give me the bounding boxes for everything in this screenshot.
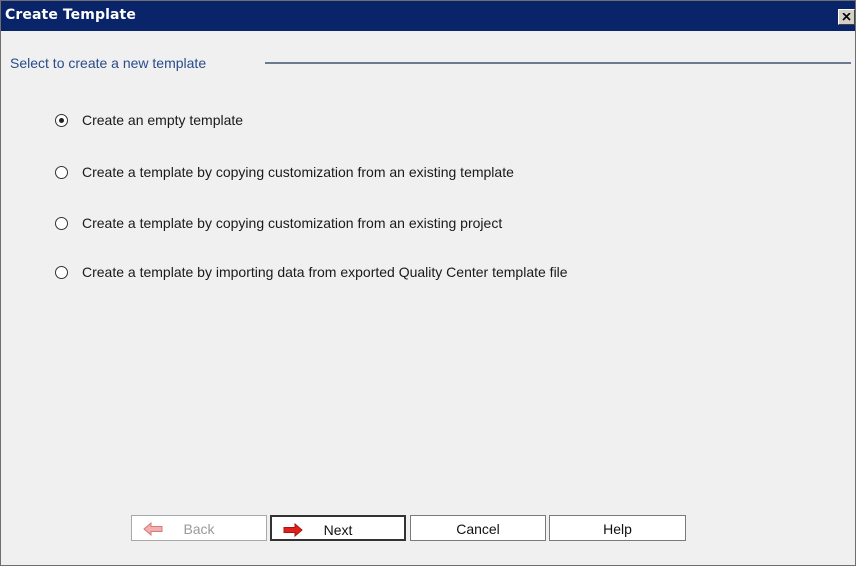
cancel-label: Cancel bbox=[456, 521, 500, 537]
option-empty-template[interactable]: Create an empty template bbox=[55, 111, 243, 129]
create-template-dialog: Create Template Select to create a new t… bbox=[0, 0, 856, 566]
help-label: Help bbox=[603, 521, 632, 537]
option-label: Create a template by importing data from… bbox=[82, 264, 568, 280]
cancel-button[interactable]: Cancel bbox=[410, 515, 546, 541]
option-label: Create an empty template bbox=[82, 112, 244, 128]
dialog-title: Create Template bbox=[5, 7, 136, 23]
close-button[interactable] bbox=[838, 9, 855, 25]
radio-copy-from-project[interactable] bbox=[55, 216, 68, 230]
radio-copy-from-template[interactable] bbox=[55, 165, 68, 179]
next-label: Next bbox=[323, 522, 353, 538]
help-button[interactable]: Help bbox=[549, 515, 686, 541]
option-copy-from-project[interactable]: Create a template by copying customizati… bbox=[55, 214, 502, 232]
next-button[interactable]: Next bbox=[270, 515, 406, 541]
back-button[interactable]: Back bbox=[131, 515, 267, 541]
back-label: Back bbox=[183, 521, 215, 537]
radio-empty-template[interactable] bbox=[55, 113, 68, 127]
radio-import-qc-file[interactable] bbox=[55, 265, 68, 279]
option-label: Create a template by copying customizati… bbox=[82, 164, 514, 180]
group-label: Select to create a new template bbox=[10, 55, 207, 71]
title-bar[interactable]: Create Template bbox=[1, 1, 855, 31]
group-divider bbox=[265, 62, 851, 64]
option-label: Create a template by copying customizati… bbox=[82, 215, 503, 231]
option-import-qc-file[interactable]: Create a template by importing data from… bbox=[55, 263, 568, 281]
option-copy-from-template[interactable]: Create a template by copying customizati… bbox=[55, 163, 514, 181]
close-icon bbox=[842, 13, 851, 21]
